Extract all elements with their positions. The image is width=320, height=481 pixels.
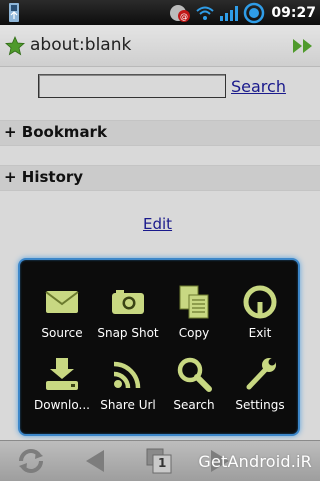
menu-item-snap-shot[interactable]: Snap Shot [93, 276, 163, 348]
power-icon [243, 285, 277, 319]
camera-icon [112, 290, 144, 314]
menu-item-exit[interactable]: Exit [225, 276, 295, 348]
tabs-button[interactable]: 1 [145, 447, 175, 475]
battery-icon [244, 2, 265, 23]
refresh-icon[interactable] [16, 447, 46, 475]
bottom-toolbar: 1 GetAndroid.iR [0, 440, 320, 481]
history-section[interactable]: + History [0, 165, 320, 191]
menu-item-settings[interactable]: Settings [225, 348, 295, 420]
menu-item-search[interactable]: Search [159, 348, 229, 420]
go-forward-icon[interactable] [292, 38, 314, 54]
watermark: GetAndroid.iR [198, 452, 312, 471]
menu-item-download[interactable]: Downlo... [27, 348, 97, 420]
url-text[interactable]: about:blank [30, 35, 131, 55]
edit-link[interactable]: Edit [143, 215, 172, 233]
usb-icon [9, 3, 19, 22]
svg-text:@: @ [180, 12, 188, 21]
bookmark-section-label: + Bookmark [4, 123, 107, 141]
history-section-label: + History [4, 168, 84, 186]
address-bar[interactable]: about:blank [0, 25, 320, 67]
wrench-icon [246, 358, 276, 390]
download-icon [46, 358, 78, 390]
options-menu: Source Snap Shot Copy Exit Downlo... Sha… [18, 258, 300, 436]
star-icon[interactable] [5, 36, 25, 56]
search-input[interactable] [38, 74, 226, 98]
bookmark-section[interactable]: + Bookmark [0, 120, 320, 146]
copy-icon [179, 285, 209, 319]
rss-icon [113, 361, 141, 389]
magnifier-icon [177, 357, 212, 392]
menu-item-share-url[interactable]: Share Url [93, 348, 163, 420]
wifi-icon [196, 6, 215, 20]
signal-icon [220, 5, 239, 21]
status-bar: @ 09:27 [0, 0, 320, 25]
menu-item-source[interactable]: Source [27, 276, 97, 348]
search-link[interactable]: Search [231, 77, 286, 96]
app-notification-icon: @ [170, 4, 191, 22]
clock: 09:27 [271, 4, 316, 21]
envelope-icon [45, 291, 79, 313]
menu-item-copy[interactable]: Copy [159, 276, 229, 348]
back-icon[interactable] [80, 447, 110, 475]
tab-count: 1 [158, 456, 167, 470]
